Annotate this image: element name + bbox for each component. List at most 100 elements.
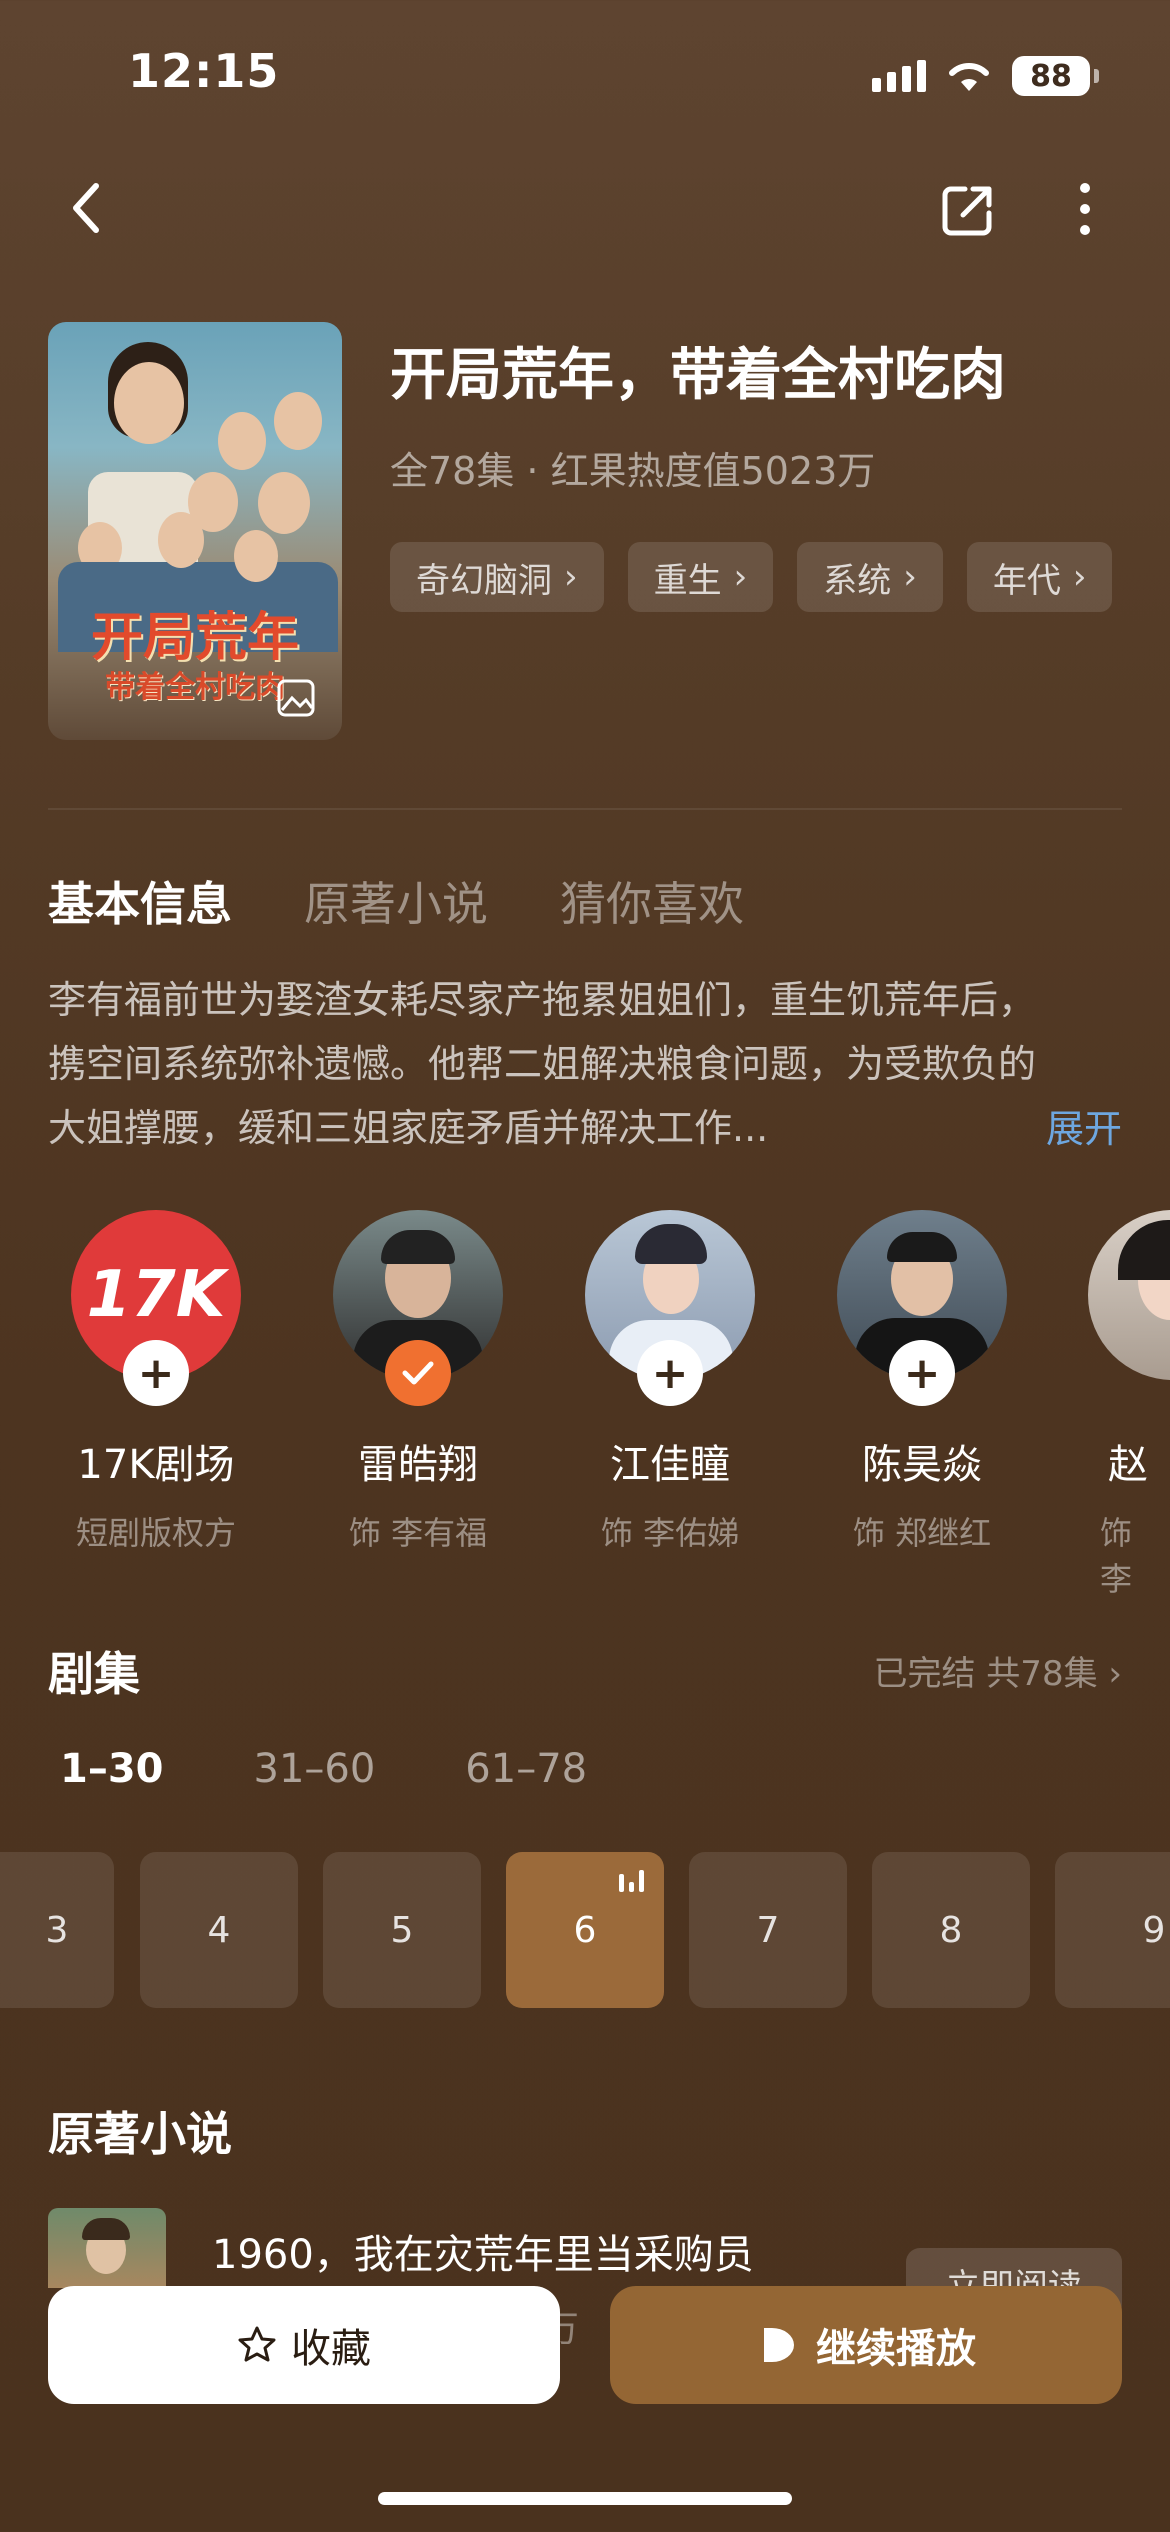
share-button[interactable] [936,178,1000,242]
tag-label: 奇幻脑洞 [416,560,552,601]
follow-button[interactable]: + [889,1340,955,1406]
episode-number: 9 [1142,1909,1166,1951]
cast-item[interactable]: + 江佳瞳 饰 李佑娣 [570,1210,770,1554]
episodes-status: 已完结 共78集 [873,1654,1098,1694]
episode-button[interactable]: 7 [689,1852,847,2008]
episode-button[interactable]: 4 [140,1852,298,2008]
cast-name: 17K剧场 [77,1442,235,1488]
episode-number: 6 [573,1909,597,1951]
playing-icon [619,1870,644,1892]
episode-number: 4 [207,1909,231,1951]
check-icon [402,1361,434,1385]
chevron-left-icon [73,183,99,233]
range-tab[interactable]: 31–60 [254,1746,376,1792]
followed-badge[interactable] [385,1340,451,1406]
play-icon [764,2328,794,2362]
tab-basic-info[interactable]: 基本信息 [48,868,232,934]
episode-button[interactable]: 5 [323,1852,481,2008]
cast-name: 赵 [1108,1442,1148,1488]
range-tab[interactable]: 61–78 [465,1746,587,1792]
home-indicator[interactable] [378,2492,792,2505]
avatar-logo-text: 17K [86,1258,226,1332]
episode-button[interactable]: 9 [1055,1852,1170,2008]
avatar [1088,1210,1170,1380]
tag-system[interactable]: 系统 › [797,542,943,612]
expand-link[interactable]: 展开 [1046,1098,1122,1153]
gallery-icon [277,679,315,717]
cast-item[interactable]: 17K + 17K剧场 短剧版权方 [56,1210,256,1554]
tab-recommendations[interactable]: 猜你喜欢 [560,868,744,934]
show-poster[interactable]: 开局荒年 带着全村吃肉 [48,322,342,740]
episode-button[interactable]: 8 [872,1852,1030,2008]
cellular-signal-icon [872,60,926,92]
plus-icon: + [651,1347,689,1399]
episode-number: 7 [756,1909,780,1951]
episodes-title: 剧集 [48,1647,140,1701]
cast-name: 江佳瞳 [610,1442,730,1488]
more-vertical-icon [1080,183,1090,235]
tag-list: 奇幻脑洞 › 重生 › 系统 › 年代 › [390,542,1113,612]
star-icon [238,2326,276,2362]
status-icons: 88 [872,56,1099,96]
cast-list: 17K + 17K剧场 短剧版权方 雷皓翔 饰 李有福 + 江佳瞳 饰 李佑娣 … [0,1210,1170,1598]
tag-label: 年代 [992,560,1061,601]
tag-rebirth[interactable]: 重生 › [627,542,774,612]
show-meta: 全78集 · 红果热度值5023万 [390,449,876,493]
novel-name[interactable]: 1960，我在灾荒年里当采购员 [212,2222,754,2280]
follow-button[interactable]: + [123,1340,189,1406]
episode-number: 3 [45,1909,69,1951]
cast-role: 饰 李佑娣 [600,1514,740,1552]
poster-title: 开局荒年 [90,607,299,668]
chevron-right-icon: › [733,557,748,597]
chevron-right-icon: › [1108,1654,1122,1694]
chevron-right-icon: › [903,557,917,597]
plus-icon: + [137,1347,175,1399]
wifi-icon [949,62,989,91]
tag-fantasy[interactable]: 奇幻脑洞 › [390,542,604,612]
cast-role: 饰 李有福 [348,1514,488,1552]
cast-item[interactable]: 雷皓翔 饰 李有福 [318,1210,518,1554]
cast-role: 短剧版权方 [75,1514,236,1552]
cast-item[interactable]: + 陈昊焱 饰 郑继红 [822,1210,1022,1554]
episode-number: 5 [390,1909,414,1951]
episodes-status-link[interactable]: 已完结 共78集 › [874,1646,1123,1695]
novel-section-title: 原著小说 [48,2107,232,2161]
follow-button[interactable]: + [637,1340,703,1406]
divider [48,808,1122,810]
range-tab[interactable]: 1–30 [60,1746,164,1792]
avatar [333,1210,503,1406]
synopsis-text: 李有福前世为娶渣女耗尽家产拖累姐姐们，重生饥荒年后，携空间系统弥补遗憾。他帮二姐… [48,978,1037,1150]
tag-era[interactable]: 年代 › [966,542,1113,612]
share-icon [942,186,992,236]
tag-label: 重生 [653,560,722,601]
chevron-right-icon: › [1072,557,1087,597]
battery-indicator: 88 [1012,56,1099,96]
episode-button[interactable]: 3 [0,1852,114,2008]
cast-role: 饰 李 [1100,1514,1133,1598]
continue-play-label: 继续播放 [816,2326,976,2372]
avatar: 17K + [71,1210,241,1406]
show-title: 开局荒年，带着全村吃肉 [390,343,1006,408]
episode-range-tabs: 1–30 31–60 61–78 [60,1746,587,1792]
tag-label: 系统 [823,560,892,601]
tab-original-novel[interactable]: 原著小说 [304,868,488,934]
favorite-label: 收藏 [291,2326,371,2372]
cast-role: 饰 郑继红 [852,1514,992,1552]
back-button[interactable] [56,178,116,238]
episode-number: 8 [939,1909,963,1951]
favorite-button[interactable]: 收藏 [48,2286,560,2404]
continue-play-button[interactable]: 继续播放 [610,2286,1122,2404]
cast-name: 雷皓翔 [358,1442,478,1488]
novel-cover[interactable] [48,2208,166,2288]
plus-icon: + [903,1347,941,1399]
episode-button-current[interactable]: 6 [506,1852,664,2008]
section-tabs: 基本信息 原著小说 猜你喜欢 [48,868,744,934]
avatar: + [837,1210,1007,1406]
status-time: 12:15 [128,44,280,98]
chevron-right-icon: › [564,557,578,597]
episode-list: 3 4 5 6 7 8 9 [0,1852,1170,2008]
more-button[interactable] [1058,176,1112,242]
cast-item[interactable]: 赵 饰 李 [1074,1210,1170,1600]
cast-name: 陈昊焱 [862,1442,982,1488]
avatar: + [585,1210,755,1406]
